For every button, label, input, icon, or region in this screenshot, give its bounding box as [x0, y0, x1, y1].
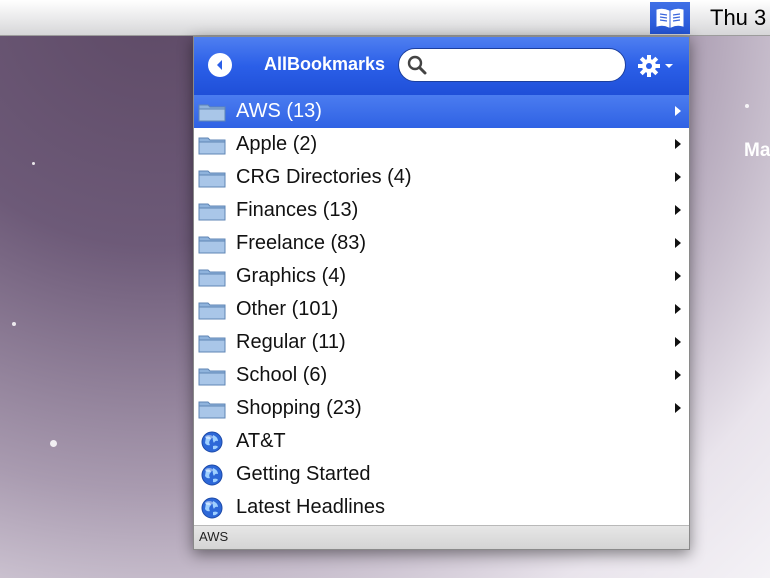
submenu-arrow-icon: [675, 337, 681, 347]
status-bar: AWS: [194, 525, 689, 549]
bookmark-label: School (6): [236, 364, 328, 386]
bookmark-folder-crg-directories[interactable]: CRG Directories (4): [194, 161, 689, 194]
back-arrow-icon: [217, 60, 222, 70]
desktop-label: Ma: [744, 140, 770, 161]
bookmark-label: Regular (11): [236, 331, 346, 353]
bookmarks-popover: AllBookmarks AWS (13) Apple (2) CRG Dire…: [193, 36, 690, 550]
submenu-arrow-icon: [675, 139, 681, 149]
bookmark-link-latest-headlines[interactable]: Latest Headlines: [194, 491, 689, 524]
folder-icon: [198, 167, 226, 189]
bookmark-folder-other[interactable]: Other (101): [194, 293, 689, 326]
globe-icon: [198, 497, 226, 519]
folder-icon: [198, 398, 226, 420]
submenu-arrow-icon: [675, 304, 681, 314]
bookmark-label: Freelance (83): [236, 232, 367, 254]
menu-bar: Thu 3: [0, 0, 770, 36]
submenu-arrow-icon: [675, 106, 681, 116]
bookmark-label: Shopping (23): [236, 397, 362, 419]
menubar-clock[interactable]: Thu 3: [710, 5, 766, 31]
submenu-arrow-icon: [675, 238, 681, 248]
bookmark-label: AWS (13): [236, 100, 322, 122]
bookmark-label: Other (101): [236, 298, 339, 320]
bookmark-label: Getting Started: [236, 463, 371, 485]
bookmark-folder-freelance[interactable]: Freelance (83): [194, 227, 689, 260]
gear-icon: [638, 55, 660, 77]
submenu-arrow-icon: [675, 172, 681, 182]
bookmark-folder-finances[interactable]: Finances (13): [194, 194, 689, 227]
folder-icon: [198, 299, 226, 321]
bookmark-label: Graphics (4): [236, 265, 347, 287]
bookmark-folder-graphics[interactable]: Graphics (4): [194, 260, 689, 293]
popover-header: AllBookmarks: [194, 37, 689, 95]
bookmark-folder-school[interactable]: School (6): [194, 359, 689, 392]
folder-icon: [198, 200, 226, 222]
submenu-arrow-icon: [675, 403, 681, 413]
bookmark-list: AWS (13) Apple (2) CRG Directories (4) F…: [194, 95, 689, 524]
bookmark-label: Finances (13): [236, 199, 359, 221]
submenu-arrow-icon: [675, 205, 681, 215]
bookmark-link-getting-started[interactable]: Getting Started: [194, 458, 689, 491]
folder-icon: [198, 365, 226, 387]
bookmark-label: Apple (2): [236, 133, 318, 155]
back-button[interactable]: [208, 53, 232, 77]
bookmark-link-att[interactable]: AT&T: [194, 425, 689, 458]
settings-menu-button[interactable]: [636, 52, 680, 80]
chevron-down-icon: [665, 64, 673, 68]
folder-icon: [198, 134, 226, 156]
globe-icon: [198, 431, 226, 453]
popover-title: AllBookmarks: [264, 54, 386, 74]
folder-icon: [198, 233, 226, 255]
search-icon: [407, 55, 427, 75]
bookmark-folder-regular[interactable]: Regular (11): [194, 326, 689, 359]
submenu-arrow-icon: [675, 370, 681, 380]
search-field[interactable]: [398, 48, 626, 82]
bookmark-label: AT&T: [236, 430, 286, 452]
bookmark-folder-apple[interactable]: Apple (2): [194, 128, 689, 161]
folder-icon: [198, 332, 226, 354]
search-input[interactable]: [433, 51, 617, 79]
bookmark-label: CRG Directories (4): [236, 166, 412, 188]
submenu-arrow-icon: [675, 271, 681, 281]
bookmark-folder-aws[interactable]: AWS (13): [194, 95, 689, 128]
bookmark-folder-shopping[interactable]: Shopping (23): [194, 392, 689, 425]
folder-icon: [198, 101, 226, 123]
open-book-icon: [656, 8, 684, 28]
bookmark-label: Latest Headlines: [236, 496, 385, 518]
folder-icon: [198, 266, 226, 288]
globe-icon: [198, 464, 226, 486]
bookmarks-menubar-button[interactable]: [650, 2, 690, 34]
